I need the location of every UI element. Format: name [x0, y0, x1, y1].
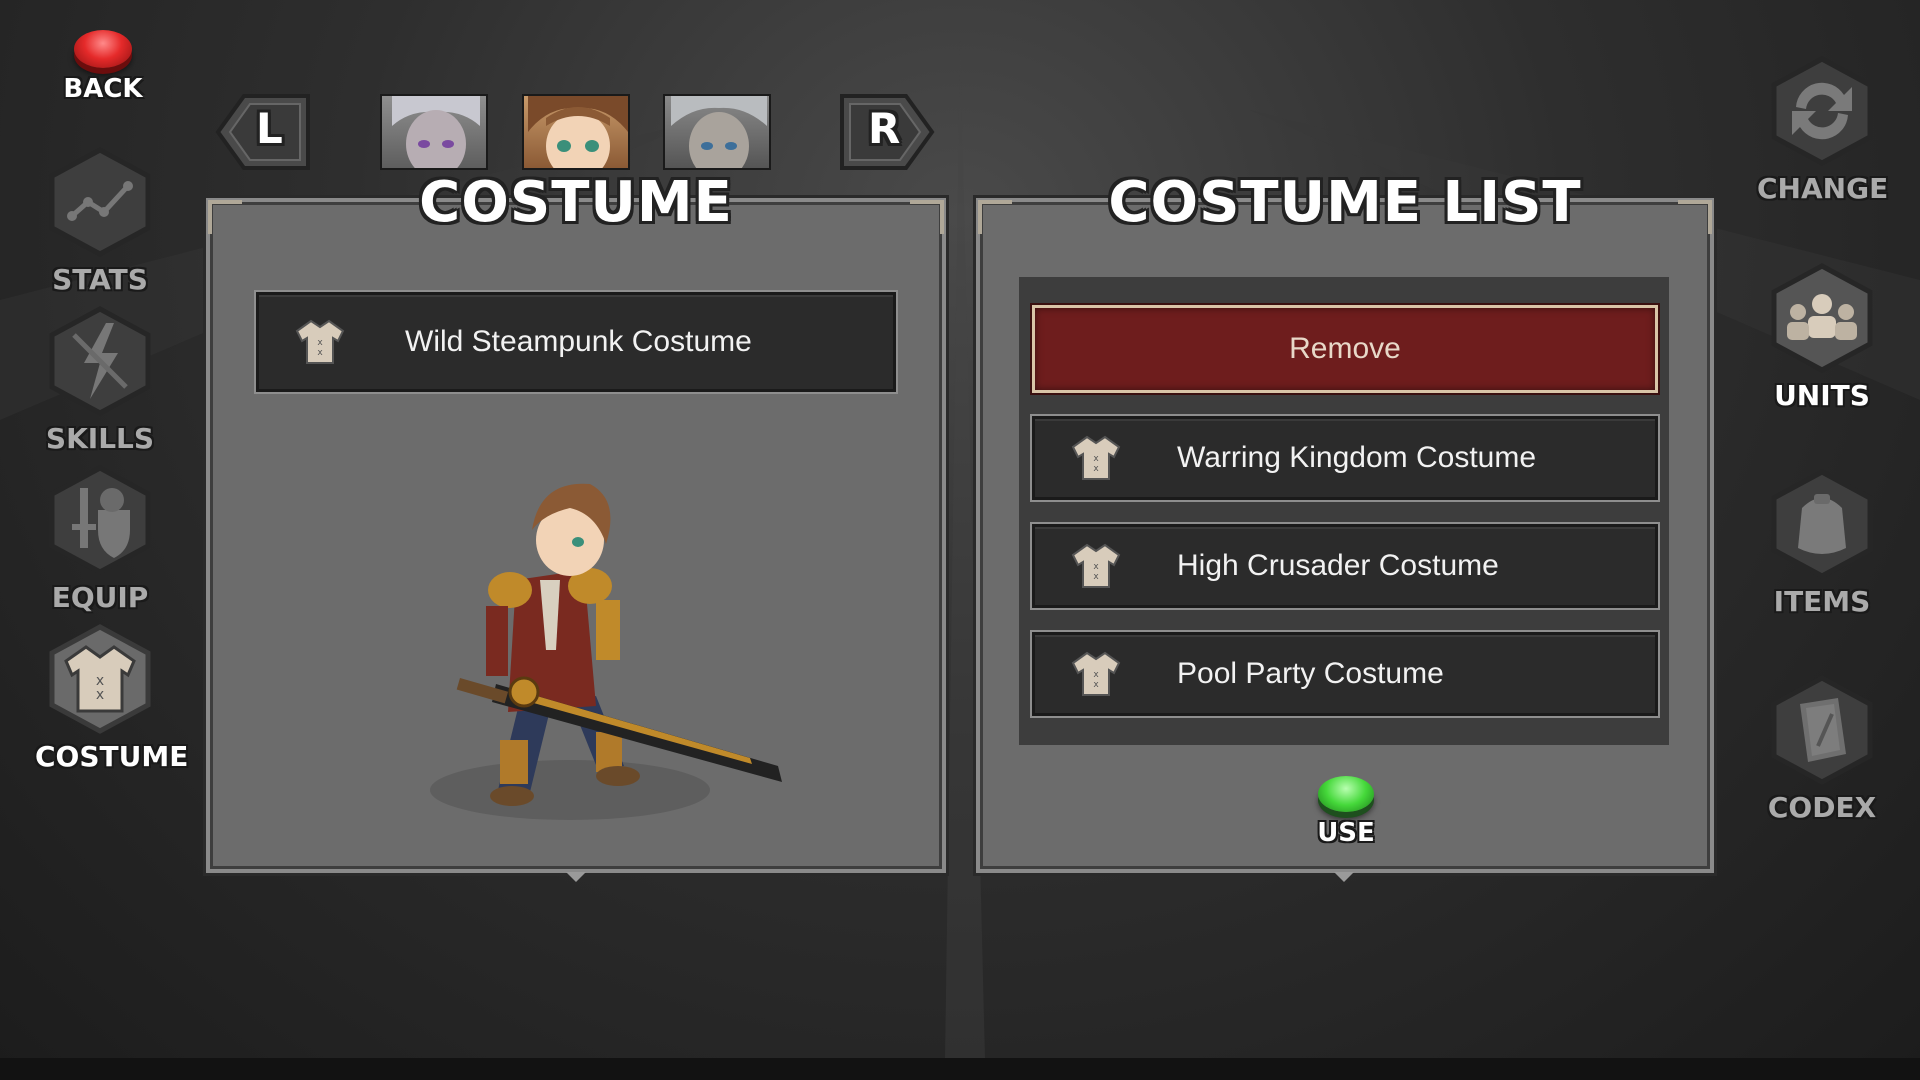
change-icon	[1771, 56, 1873, 166]
svg-text:x: x	[1093, 464, 1099, 474]
nav-change[interactable]: CHANGE	[1757, 55, 1889, 205]
nav-stats[interactable]: STATS	[35, 146, 165, 296]
character-preview	[430, 483, 782, 820]
costume-panel-title: COSTUME	[419, 170, 733, 235]
nav-codex[interactable]: CODEX	[1757, 674, 1887, 824]
nav-stats-label: STATS	[52, 263, 148, 296]
panel-notch	[566, 872, 586, 882]
nav-equip[interactable]: EQUIP	[35, 464, 165, 614]
pale-haired-unit-portrait	[392, 96, 480, 168]
use-button-icon	[1318, 776, 1374, 812]
shirt-icon: x x	[1071, 543, 1121, 588]
shirt-icon: x x	[1071, 435, 1121, 480]
portrait-unit-3[interactable]	[663, 94, 771, 170]
svg-text:x: x	[1093, 680, 1099, 690]
next-character-label: R	[868, 104, 902, 153]
brown-haired-unit-portrait	[528, 96, 628, 168]
costume-item-name: Warring Kingdom Costume	[1177, 441, 1537, 474]
costume-item-name: High Crusader Costume	[1177, 549, 1499, 582]
nav-items-label: ITEMS	[1773, 585, 1871, 618]
nav-skills[interactable]: SKILLS	[35, 305, 165, 455]
costume-icon: x x	[49, 624, 151, 734]
codex-icon	[1771, 675, 1873, 785]
svg-text:x: x	[1093, 572, 1099, 582]
nav-skills-label: SKILLS	[45, 422, 155, 455]
nav-units-label: UNITS	[1774, 379, 1870, 412]
svg-text:x: x	[1093, 670, 1099, 680]
stats-icon	[49, 147, 151, 257]
nav-change-label: CHANGE	[1757, 172, 1889, 205]
equipped-costume-name: Wild Steampunk Costume	[405, 325, 752, 358]
next-character-button[interactable]: R	[840, 92, 940, 172]
remove-costume-button[interactable]: Remove	[1032, 305, 1658, 393]
items-icon	[1771, 469, 1873, 579]
portrait-unit-1[interactable]	[380, 94, 488, 170]
shirt-icon: x x	[295, 319, 345, 364]
units-icon	[1771, 263, 1873, 373]
prev-character-button[interactable]: L	[210, 92, 310, 172]
skills-icon	[49, 306, 151, 416]
costume-list-panel-title: COSTUME LIST	[1108, 170, 1582, 235]
equip-icon	[49, 465, 151, 575]
costume-list-item[interactable]: x x Warring Kingdom Costume	[1032, 416, 1658, 500]
panel-notch	[1334, 872, 1354, 882]
costume-list-item[interactable]: x x High Crusader Costume	[1032, 524, 1658, 608]
nav-costume[interactable]: x x COSTUME	[35, 623, 189, 773]
nav-items[interactable]: ITEMS	[1757, 468, 1887, 618]
use-button[interactable]: USE	[1306, 776, 1386, 848]
svg-text:x: x	[96, 687, 104, 703]
nav-costume-label: COSTUME	[35, 740, 189, 773]
svg-text:x: x	[317, 338, 323, 348]
use-label: USE	[1317, 818, 1375, 848]
portrait-unit-2-selected[interactable]	[522, 94, 630, 170]
back-button-icon	[74, 30, 132, 68]
svg-text:x: x	[1093, 562, 1099, 572]
character-selector: L R	[210, 92, 940, 172]
costume-item-name: Pool Party Costume	[1177, 657, 1444, 690]
prev-character-label: L	[256, 104, 284, 153]
svg-text:x: x	[317, 348, 323, 358]
shirt-icon: x x	[1071, 651, 1121, 696]
silver-haired-unit-portrait	[671, 96, 767, 168]
back-button[interactable]: BACK	[60, 30, 146, 108]
nav-codex-label: CODEX	[1767, 791, 1877, 824]
costume-list-item[interactable]: x x Pool Party Costume	[1032, 632, 1658, 716]
nav-units[interactable]: UNITS	[1757, 262, 1887, 412]
back-label: BACK	[63, 74, 143, 104]
nav-equip-label: EQUIP	[51, 581, 149, 614]
equipped-costume[interactable]: x x Wild Steampunk Costume	[256, 292, 896, 392]
svg-text:x: x	[1093, 454, 1099, 464]
